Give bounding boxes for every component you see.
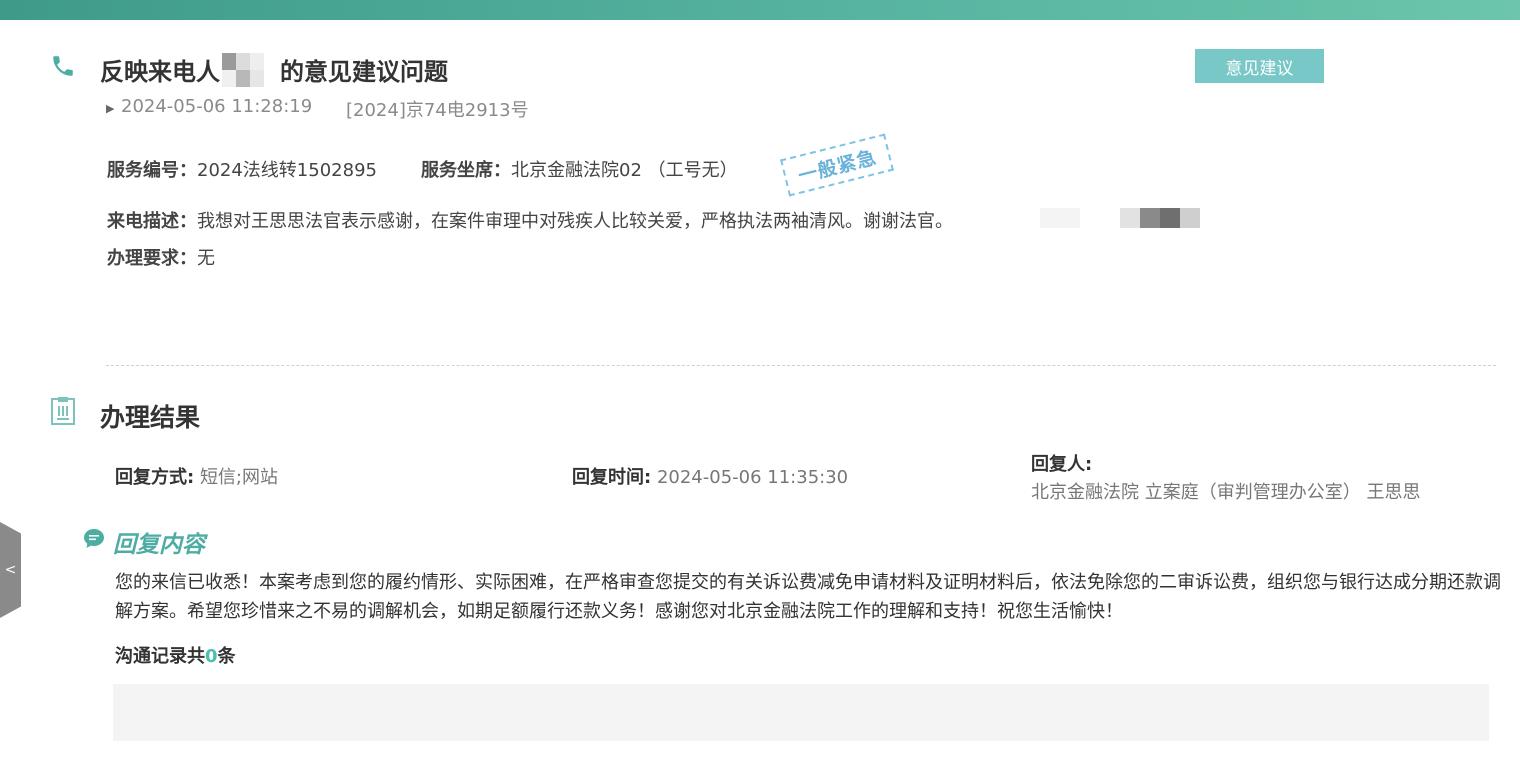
section-divider <box>106 365 1496 366</box>
service-number-value: 2024法线转1502895 <box>197 160 377 181</box>
reply-content-text: 您的来信已收悉！本案考虑到您的履约情形、实际困难，在严格审查您提交的有关诉讼费减… <box>115 572 1501 622</box>
requirement-label: 办理要求： <box>107 248 197 269</box>
reply-method-label: 回复方式: <box>115 467 195 488</box>
communication-records-panel <box>113 684 1489 741</box>
side-collapse-tab[interactable]: < <box>0 522 21 618</box>
urgency-stamp: 一般紧急 <box>780 133 894 197</box>
reply-time-row: 回复时间: 2024-05-06 11:35:30 <box>572 463 848 489</box>
comm-prefix: 沟通记录共 <box>115 646 205 667</box>
title-prefix: 反映来电人 <box>100 58 220 86</box>
service-seat-label: 服务坐席： <box>421 160 511 181</box>
clipboard-icon <box>51 397 75 425</box>
title-suffix: 的意见建议问题 <box>280 58 448 86</box>
redacted-contact <box>1040 208 1200 228</box>
category-tag-button[interactable]: 意见建议 <box>1195 49 1324 83</box>
reply-content-title: 回复内容 <box>113 532 205 558</box>
requirement-value: 无 <box>197 248 215 269</box>
comm-count: 0 <box>205 646 218 667</box>
call-desc-label: 来电描述： <box>107 211 197 232</box>
reply-time-label: 回复时间: <box>572 467 652 488</box>
phone-icon <box>53 56 73 76</box>
replier-value: 北京金融法院 立案庭（审判管理办公室） 王思思 <box>1031 482 1421 503</box>
chat-bubble-icon <box>84 529 104 548</box>
comm-suffix: 条 <box>217 646 236 667</box>
service-seat-value: 北京金融法院02 （工号无） <box>511 160 738 181</box>
service-seat-row: 服务坐席：北京金融法院02 （工号无） <box>421 156 738 182</box>
call-description-row: 来电描述：我想对王思思法官表示感谢，在案件审理中对残疾人比较关爱，严格执法两袖清… <box>107 207 953 233</box>
reply-time-value: 2024-05-06 11:35:30 <box>656 467 849 488</box>
replier-label: 回复人: <box>1031 454 1093 475</box>
result-section-title: 办理结果 <box>100 403 201 432</box>
top-banner <box>0 0 1520 20</box>
requirement-row: 办理要求：无 <box>107 244 215 270</box>
reply-method-value: 短信;网站 <box>199 467 279 488</box>
expand-arrow-icon[interactable]: ▶ <box>106 102 114 115</box>
call-desc-value: 我想对王思思法官表示感谢，在案件审理中对残疾人比较关爱，严格执法两袖清风。谢谢法… <box>197 211 953 232</box>
case-number: [2024]京74电2913号 <box>346 100 529 121</box>
reply-method-row: 回复方式: 短信;网站 <box>115 463 278 489</box>
communication-count: 沟通记录共0条 <box>115 642 236 668</box>
chevron-left-icon: < <box>4 562 17 578</box>
redacted-name <box>222 52 278 87</box>
service-number-row: 服务编号：2024法线转1502895 <box>107 156 377 182</box>
created-datetime: 2024-05-06 11:28:19 <box>121 96 313 117</box>
service-number-label: 服务编号： <box>107 160 197 181</box>
page-title: 反映来电人 的意见建议问题 <box>100 52 448 87</box>
